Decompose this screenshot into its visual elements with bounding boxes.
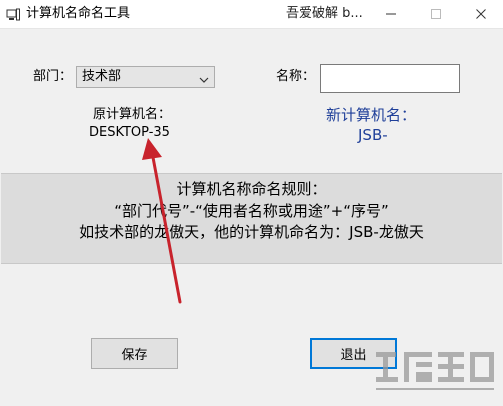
new-name-label: 新计算机名： — [326, 106, 417, 124]
window-title-extra: 吾爱破解 b... — [286, 6, 363, 21]
department-select[interactable]: 技术部 — [76, 66, 215, 88]
original-name-value: DESKTOP-35 — [89, 125, 170, 140]
original-name-label: 原计算机名： — [93, 107, 172, 122]
window-title: 计算机名命名工具 — [26, 6, 131, 21]
maximize-button[interactable] — [413, 0, 459, 28]
minimize-button[interactable] — [368, 0, 414, 28]
close-button[interactable] — [458, 0, 503, 28]
new-name-value: JSB- — [358, 126, 388, 144]
name-label: 名称： — [276, 69, 316, 84]
rules-format: “部门代号”-“使用者名称或用途”+“序号” — [114, 202, 389, 220]
department-selected-value: 技术部 — [82, 69, 122, 84]
rules-example: 如技术部的龙傲天，他的计算机命名为：JSB-龙傲天 — [79, 223, 424, 241]
naming-rules-panel: 计算机名称命名规则： “部门代号”-“使用者名称或用途”+“序号” 如技术部的龙… — [1, 173, 502, 264]
chevron-down-icon — [198, 71, 210, 90]
save-button[interactable]: 保存 — [91, 338, 178, 369]
department-label: 部门： — [33, 69, 73, 84]
app-window: 计算机名命名工具 吾爱破解 b... 部门： 技术部 名称： 原计算机名： DE… — [0, 0, 503, 404]
name-input[interactable] — [320, 64, 460, 93]
title-bar: 计算机名命名工具 吾爱破解 b... — [0, 0, 503, 29]
exit-button[interactable]: 退出 — [310, 338, 397, 369]
rules-title: 计算机名称命名规则： — [176, 180, 327, 198]
computer-icon — [6, 7, 20, 21]
